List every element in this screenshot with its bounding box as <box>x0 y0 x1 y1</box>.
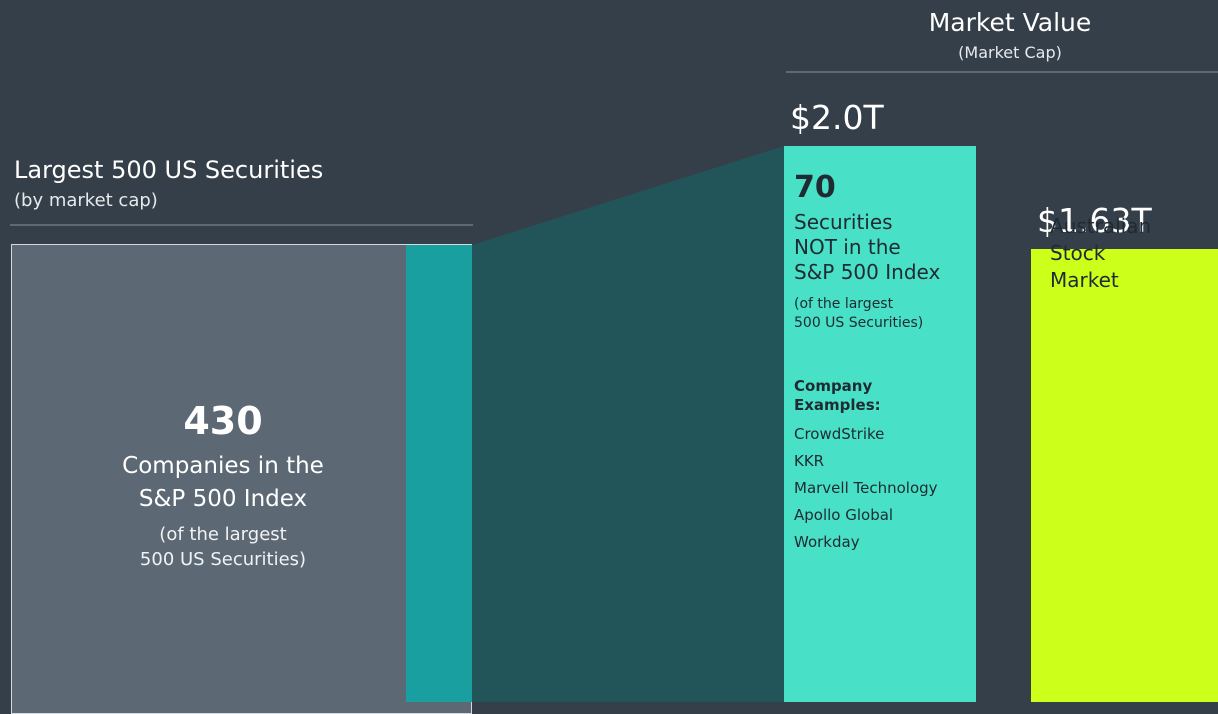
example-company: Marvell Technology <box>794 479 938 497</box>
examples-list: CrowdStrike KKR Marvell Technology Apoll… <box>794 421 984 556</box>
examples-heading-line: Company <box>794 377 873 395</box>
example-company: Apollo Global <box>794 506 894 524</box>
sp500-description-line: Companies in the <box>122 453 324 479</box>
sp500-description: Companies in the S&P 500 Index <box>60 450 386 516</box>
sp500-description-line: S&P 500 Index <box>138 486 308 512</box>
bar-value-label: $2.0T <box>790 98 884 137</box>
sp500-block-label: 430 Companies in the S&P 500 Index (of t… <box>60 398 386 572</box>
australian-bar-label-line: Stock <box>1050 241 1106 265</box>
left-divider <box>10 224 473 226</box>
australian-bar-label: Australian Stock Market <box>1050 213 1200 294</box>
example-company: Workday <box>794 533 860 551</box>
non-sp500-note-line: (of the largest <box>794 296 894 312</box>
non-sp500-note: (of the largest 500 US Securities) <box>794 295 984 333</box>
examples-heading-line: Examples: <box>794 396 881 414</box>
sp500-note-line: 500 US Securities) <box>139 549 307 570</box>
non-sp500-description-line: NOT in the <box>794 235 901 259</box>
non-sp500-note-line: 500 US Securities) <box>794 315 924 331</box>
example-company: KKR <box>794 452 825 470</box>
non-sp500-description-line: S&P 500 Index <box>794 260 941 284</box>
non-sp500-count: 70 <box>794 170 836 205</box>
non-sp500-description: Securities NOT in the S&P 500 Index <box>794 210 984 285</box>
right-divider <box>786 71 1218 73</box>
non-sp500-description-line: Securities <box>794 210 893 234</box>
australian-bar-label-line: Australian <box>1050 214 1152 238</box>
chart-title: Market Value <box>928 8 1092 37</box>
bar-australian-market <box>1031 248 1218 702</box>
sp500-count: 430 <box>183 399 263 443</box>
connector-shape <box>472 146 784 702</box>
example-company: CrowdStrike <box>794 425 885 443</box>
left-subtitle: (by market cap) <box>14 190 158 211</box>
sp500-note: (of the largest 500 US Securities) <box>60 522 386 572</box>
examples-heading: Company Examples: <box>794 377 984 415</box>
non-sp500-bar-content: 70 Securities NOT in the S&P 500 Index (… <box>794 170 984 556</box>
left-title: Largest 500 US Securities <box>14 156 324 184</box>
chart-subtitle: (Market Cap) <box>958 43 1062 62</box>
non-sp500-slice <box>406 245 472 702</box>
australian-bar-label-line: Market <box>1050 268 1119 292</box>
sp500-note-line: (of the largest <box>159 524 287 545</box>
